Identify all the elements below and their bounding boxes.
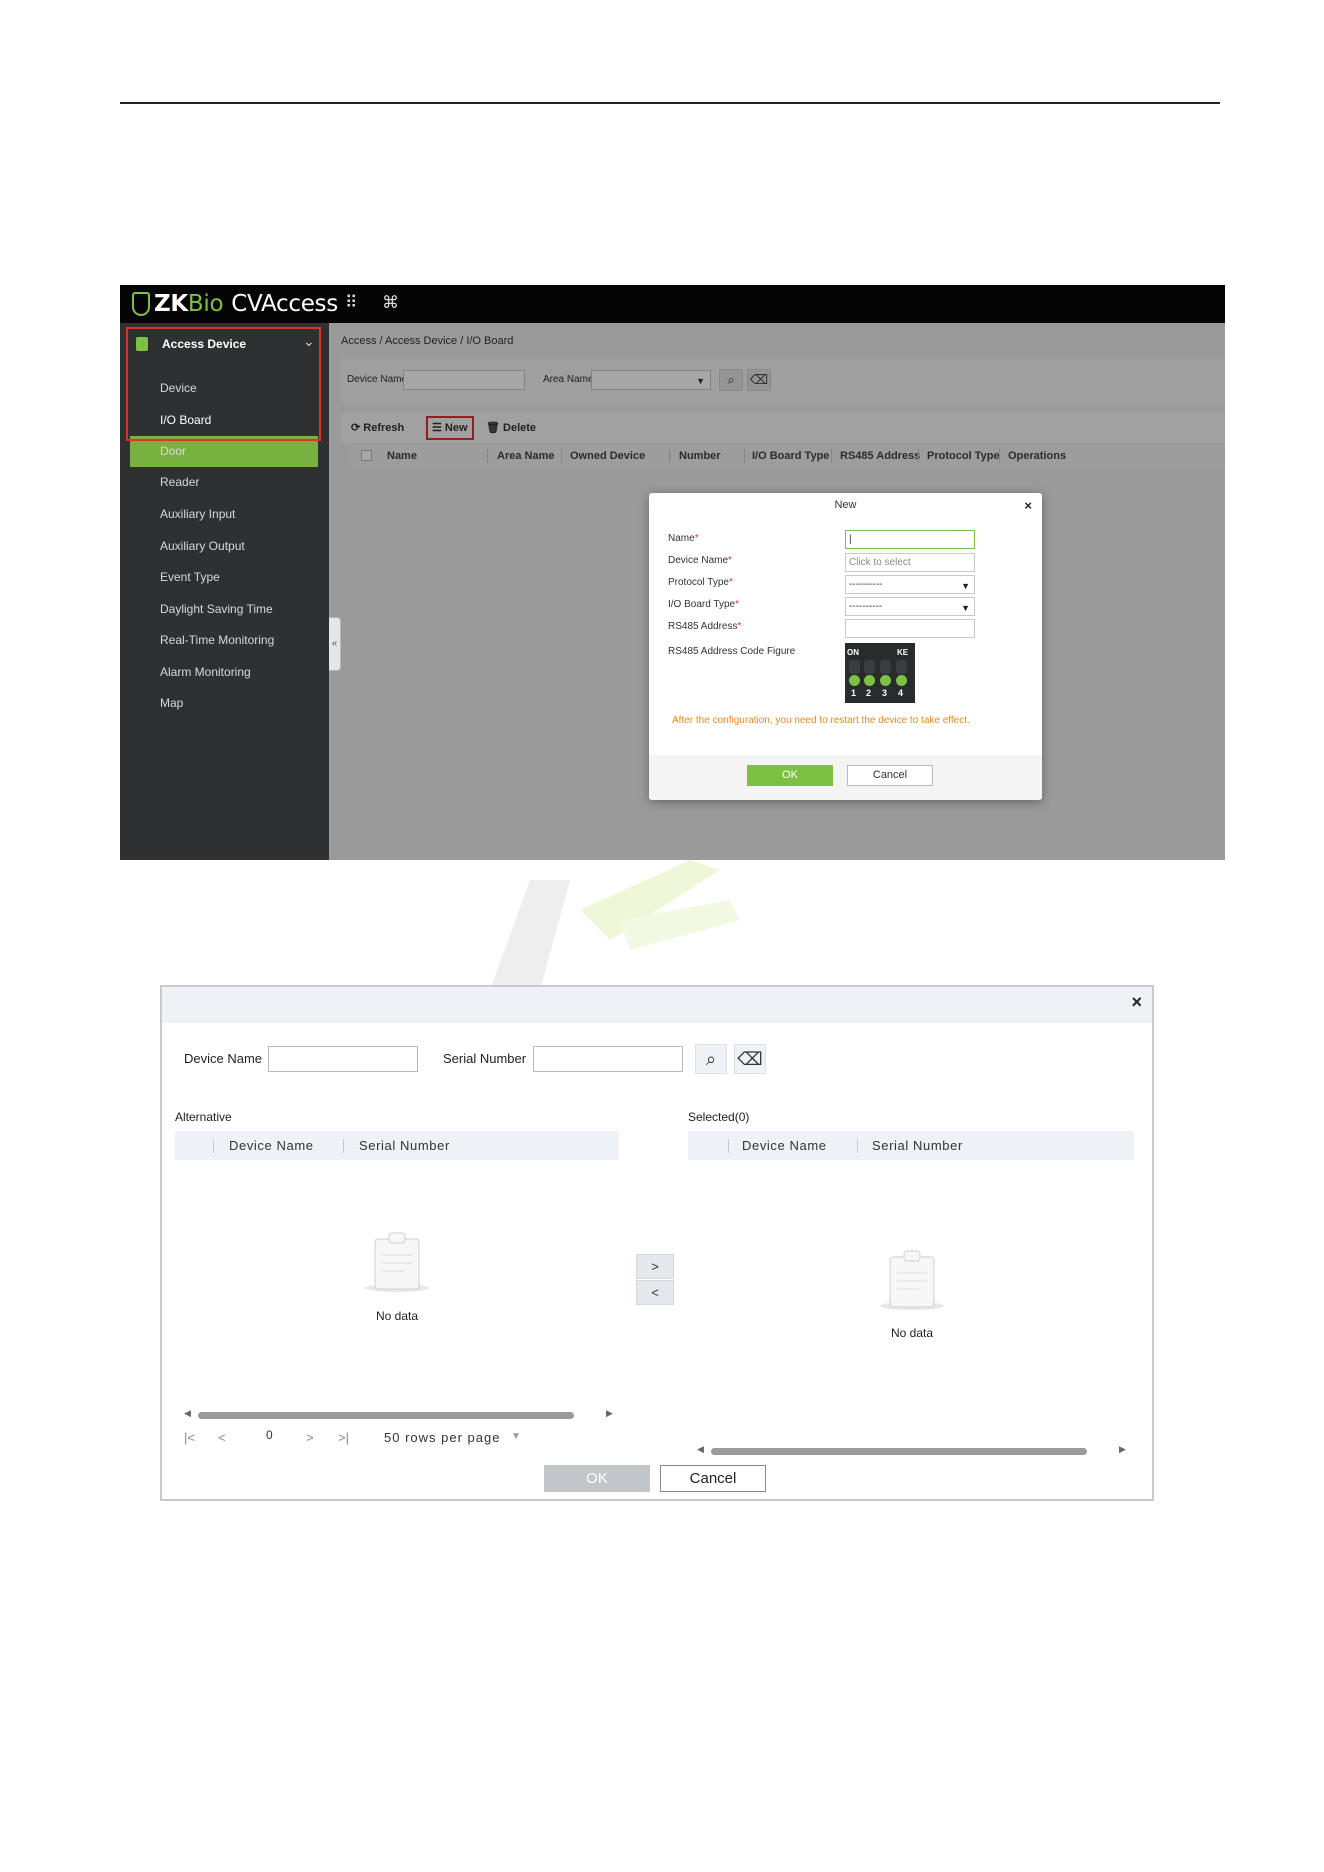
next-page-button[interactable]: > [306,1430,314,1445]
rs485-address-input[interactable] [845,619,975,638]
sidebar-item-real-time-monitoring[interactable]: Real-Time Monitoring [160,633,274,647]
last-page-button[interactable]: >| [338,1430,349,1445]
chevron-down-icon[interactable]: ▼ [511,1431,521,1442]
dip-switch-4 [896,675,907,686]
sidebar-item-reader[interactable]: Reader [160,475,199,489]
rs485-code-figure-label: RS485 Address Code Figure [668,646,796,657]
pagination: |< < 0 > >| 50 rows per page [184,1428,514,1448]
empty-clipboard-icon [880,1250,944,1310]
sidebar-item-event-type[interactable]: Event Type [160,570,220,584]
cancel-button[interactable]: Cancel [847,765,933,786]
restart-note: After the configuration, you need to res… [672,715,970,726]
ok-button[interactable]: OK [747,765,833,786]
sidebar-item-map[interactable]: Map [160,696,183,710]
watermark-logo [490,860,740,990]
scroll-left-icon: ◀ [184,1408,191,1418]
close-icon[interactable]: × [1131,992,1142,1013]
sidebar-item-auxiliary-output[interactable]: Auxiliary Output [160,539,245,553]
sidebar-item-io-board[interactable]: I/O Board [160,413,211,427]
rows-per-page-select[interactable]: 50 rows per page [384,1430,500,1445]
alternative-empty-text: No data [375,1309,419,1323]
io-board-type-select[interactable]: ---------- ▼ [845,597,975,616]
move-right-button[interactable]: > [636,1254,674,1279]
protocol-type-label: Protocol Type* [668,577,733,588]
device-name-label: Device Name* [668,555,732,566]
select-device-dialog: × Device Name Serial Number ⌕ ⌫ Alternat… [160,985,1154,1501]
command-icon[interactable]: ⌘ [382,293,399,313]
serial-number-input[interactable] [533,1046,683,1072]
selected-table-header: Device Name Serial Number [688,1131,1134,1160]
selected-empty-text: No data [890,1326,934,1340]
name-label: Name* [668,533,699,544]
device-name-input[interactable] [268,1046,418,1072]
dialog-footer: OK Cancel [649,755,1042,800]
sidebar-item-door[interactable]: Door [160,444,186,458]
rs485-address-label: RS485 Address* [668,621,742,632]
eraser-icon[interactable]: ⌫ [734,1044,766,1074]
close-icon[interactable]: × [1024,498,1032,513]
dip-switch-1 [849,675,860,686]
new-io-board-dialog: New × Name* | Device Name* Click to sele… [649,493,1042,800]
app-logo: ZK Bio CVAccess [132,289,338,319]
cancel-button[interactable]: Cancel [660,1465,766,1492]
protocol-type-select[interactable]: ---------- ▼ [845,575,975,594]
sidebar-item-daylight-saving-time[interactable]: Daylight Saving Time [160,602,273,616]
page-number[interactable]: 0 [266,1428,273,1442]
page-header-rule [120,102,1220,104]
dialog-title-bar: × [162,987,1152,1023]
scroll-right-icon: ▶ [1119,1444,1126,1454]
prev-page-button[interactable]: < [218,1430,226,1445]
sidebar-item-device[interactable]: Device [160,381,197,395]
sidebar: Access Device ⌄ Device I/O Board Door Re… [120,323,329,860]
scrollbar-thumb[interactable] [711,1448,1087,1455]
empty-clipboard-icon [365,1232,429,1292]
sidebar-item-alarm-monitoring[interactable]: Alarm Monitoring [160,665,251,679]
search-icon[interactable]: ⌕ [695,1044,727,1074]
highlight-box-access-device [126,327,321,441]
sidebar-item-auxiliary-input[interactable]: Auxiliary Input [160,507,235,521]
alternative-table-header: Device Name Serial Number [175,1131,619,1160]
logo-shield-icon [132,292,150,316]
move-left-button[interactable]: < [636,1280,674,1305]
alternative-horizontal-scrollbar[interactable]: ◀ ▶ [184,1408,616,1420]
dip-switch-3 [880,675,891,686]
scroll-right-icon: ▶ [606,1408,613,1418]
scrollbar-thumb[interactable] [198,1412,574,1419]
sidebar-collapse-toggle[interactable]: « [329,617,341,671]
device-name-label: Device Name [184,1051,263,1066]
device-name-picker[interactable]: Click to select [845,553,975,572]
top-bar: ZK Bio CVAccess ⠿ ⌘ [120,285,1225,323]
io-board-screenshot: ZK Bio CVAccess ⠿ ⌘ Access Device ⌄ Device… [120,285,1225,860]
selected-title: Selected(0) [688,1110,750,1124]
io-board-type-label: I/O Board Type* [668,599,739,610]
ok-button[interactable]: OK [544,1465,650,1492]
alternative-title: Alternative [175,1110,232,1124]
dip-switch-2 [864,675,875,686]
apps-grid-icon[interactable]: ⠿ [345,293,357,313]
first-page-button[interactable]: |< [184,1430,195,1445]
dialog-title: New [834,499,857,511]
name-input[interactable]: | [845,530,975,549]
scroll-left-icon: ◀ [697,1444,704,1454]
serial-number-label: Serial Number [443,1051,527,1066]
selected-horizontal-scrollbar[interactable]: ◀ ▶ [697,1444,1129,1456]
dip-switch-figure: ON KE 1 2 3 4 [845,643,915,703]
